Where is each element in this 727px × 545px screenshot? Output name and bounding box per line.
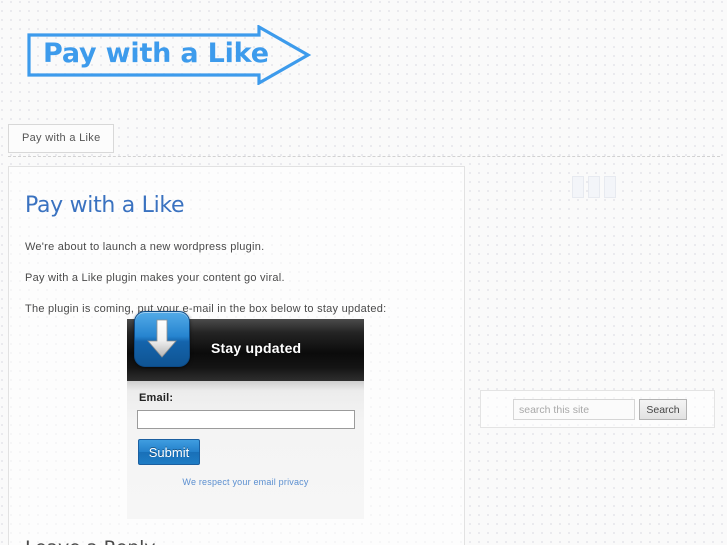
intro-paragraph-3: The plugin is coming, put your e-mail in… [25,303,387,315]
content-column: Pay with a Like We're about to launch a … [8,166,465,545]
page-body: Pay with a Like We're about to launch a … [0,159,727,545]
optin-body: Email: Submit We respect your email priv… [127,381,364,519]
email-label: Email: [139,392,174,404]
privacy-link[interactable]: We respect your email privacy [137,477,354,487]
nav-items-list: Pay with a Like [8,124,115,153]
nav-divider [8,156,720,157]
down-arrow-icon [134,311,190,367]
comments-heading: Leave a Reply [25,537,155,545]
optin-form: Stay updated Email: Submit We respect yo… [127,311,364,519]
page-title: Pay with a Like [25,193,185,218]
nav-item-pay-with-a-like[interactable]: Pay with a Like [8,124,115,153]
intro-paragraph-2: Pay with a Like plugin makes your conten… [25,272,285,284]
broken-image-icon [604,176,616,198]
search-row: Search [513,399,687,420]
optin-title: Stay updated [211,340,302,356]
search-widget: Search [480,390,715,428]
broken-image-icon [588,176,600,198]
optin-header: Stay updated [127,311,364,381]
email-input[interactable] [137,410,355,429]
intro-paragraph-1: We're about to launch a new wordpress pl… [25,241,265,253]
post-entry: Pay with a Like We're about to launch a … [9,167,464,317]
search-input[interactable] [513,399,635,420]
sidebar: Search [474,166,720,545]
submit-button[interactable]: Submit [138,439,200,465]
broken-image-icon [572,176,584,198]
site-header: Pay with a Like [0,0,727,114]
main-navigation: Pay with a Like [0,114,727,159]
search-button[interactable]: Search [639,399,687,420]
site-logo[interactable]: Pay with a Like [27,25,312,85]
logo-text: Pay with a Like [43,38,269,69]
broken-image-placeholders [572,176,616,198]
